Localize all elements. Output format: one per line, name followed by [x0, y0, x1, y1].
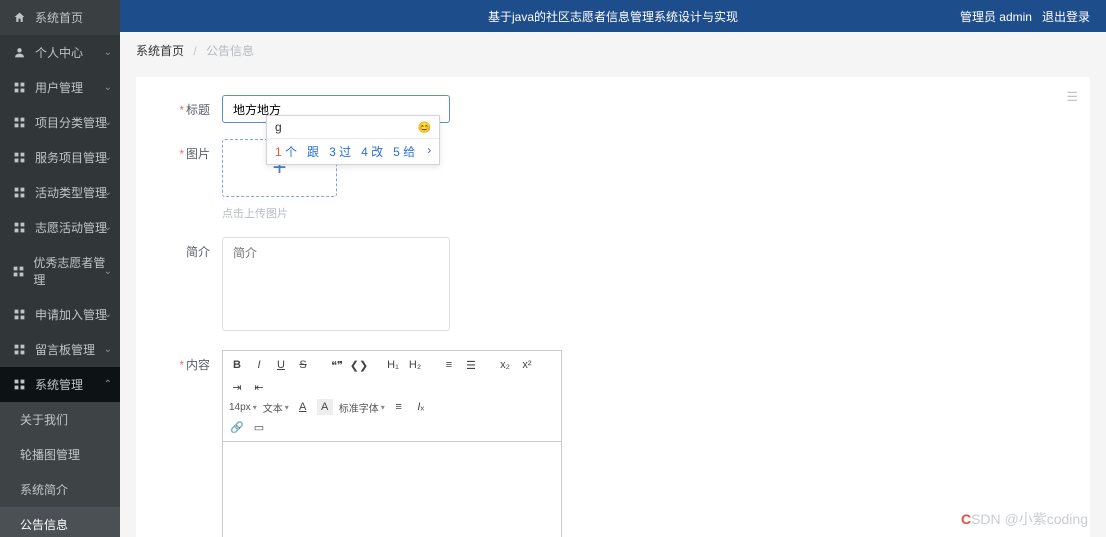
chevron-down-icon: ⌄	[104, 117, 112, 128]
chevron-down-icon: ⌄	[104, 222, 112, 233]
sidebar-sub-notice[interactable]: 公告信息	[0, 507, 120, 537]
sidebar-item-label: 志愿活动管理	[35, 219, 107, 236]
sidebar-item-label: 系统首页	[35, 9, 83, 26]
sidebar-item-activity-type[interactable]: 活动类型管理 ⌄	[0, 175, 120, 210]
link-icon[interactable]: 🔗	[229, 419, 245, 435]
upload-hint: 点击上传图片	[222, 205, 337, 221]
form-panel: ☰ *标题 g 😊 1 个 跟 3 过	[136, 77, 1090, 537]
chevron-down-icon: ⌄	[104, 344, 112, 355]
sidebar-item-label: 留言板管理	[35, 341, 95, 358]
title-label: *标题	[160, 95, 210, 118]
emoji-icon[interactable]: 😊	[418, 121, 432, 134]
chevron-down-icon: ⌄	[104, 187, 112, 198]
sidebar-item-label: 活动类型管理	[35, 184, 107, 201]
sidebar-sub-intro[interactable]: 系统简介	[0, 472, 120, 507]
grid-icon	[12, 80, 27, 95]
sidebar-sub-about[interactable]: 关于我们	[0, 402, 120, 437]
editor-toolbar: B I U S ❝❞ ❮❯ H₁ H₂ ≡	[222, 350, 562, 442]
sidebar-item-system[interactable]: 系统管理 ⌃	[0, 367, 120, 402]
clear-icon[interactable]: Iₓ	[413, 399, 429, 415]
quote-icon[interactable]: ❝❞	[329, 357, 345, 373]
sidebar-item-label: 优秀志愿者管理	[33, 254, 108, 288]
grid-icon	[12, 342, 27, 357]
user-icon	[12, 45, 27, 60]
chevron-down-icon: ⌄	[104, 266, 112, 277]
sidebar-submenu: 关于我们 轮播图管理 系统简介 公告信息 在线咨询	[0, 402, 120, 537]
ime-input-text: g	[275, 120, 282, 134]
ime-popup: g 😊 1 个 跟 3 过 4 改 5 给 ›	[266, 115, 440, 165]
ul-icon[interactable]: ☰	[463, 357, 479, 373]
ime-candidates[interactable]: 1 个 跟 3 过 4 改 5 给 ›	[267, 138, 439, 164]
italic-icon[interactable]: I	[251, 357, 267, 373]
grid-icon	[12, 377, 27, 392]
intro-label: 简介	[160, 237, 210, 260]
sidebar-item-home[interactable]: 系统首页	[0, 0, 120, 35]
bg-color-icon[interactable]: A	[317, 399, 333, 415]
grid-icon	[12, 115, 27, 130]
sidebar-item-apply[interactable]: 申请加入管理 ⌄	[0, 297, 120, 332]
sup-icon[interactable]: x²	[519, 357, 535, 373]
outdent-icon[interactable]: ⇤	[251, 379, 267, 395]
fontfamily-select[interactable]: 标准字体▾	[339, 400, 385, 415]
sidebar-item-volunteer-activity[interactable]: 志愿活动管理 ⌄	[0, 210, 120, 245]
main-content: 基于java的社区志愿者信息管理系统设计与实现 管理员 admin 退出登录 系…	[120, 0, 1106, 537]
chevron-down-icon: ⌄	[104, 82, 112, 93]
logout-link[interactable]: 退出登录	[1042, 8, 1090, 25]
sidebar-item-label: 个人中心	[35, 44, 83, 61]
menu-icon[interactable]: ☰	[1066, 89, 1078, 105]
chevron-up-icon: ⌃	[104, 379, 112, 390]
sub-icon[interactable]: x₂	[497, 357, 513, 373]
image-icon[interactable]: ▭	[251, 419, 267, 435]
sidebar-item-users[interactable]: 用户管理 ⌄	[0, 70, 120, 105]
sidebar: 系统首页 个人中心 ⌄ 用户管理 ⌄ 项目分类管理 ⌄ 服务项目管理 ⌄ 活动类…	[0, 0, 120, 537]
para-select[interactable]: 文本▾	[263, 400, 289, 415]
intro-textarea[interactable]	[222, 237, 450, 331]
strike-icon[interactable]: S	[295, 357, 311, 373]
sidebar-item-service[interactable]: 服务项目管理 ⌄	[0, 140, 120, 175]
sidebar-sub-carousel[interactable]: 轮播图管理	[0, 437, 120, 472]
breadcrumb-current: 公告信息	[206, 44, 254, 58]
grid-icon	[12, 264, 25, 279]
align-icon[interactable]: ≡	[391, 399, 407, 415]
fontsize-select[interactable]: 14px▾	[229, 402, 257, 413]
sidebar-item-profile[interactable]: 个人中心 ⌄	[0, 35, 120, 70]
chevron-right-icon[interactable]: ›	[427, 143, 431, 160]
ol-icon[interactable]: ≡	[441, 357, 457, 373]
bold-icon[interactable]: B	[229, 357, 245, 373]
chevron-down-icon: ⌄	[104, 152, 112, 163]
breadcrumb-sep: /	[193, 44, 196, 58]
grid-icon	[12, 150, 27, 165]
app-title: 基于java的社区志愿者信息管理系统设计与实现	[488, 8, 738, 25]
h2-icon[interactable]: H₂	[407, 357, 423, 373]
grid-icon	[12, 220, 27, 235]
breadcrumb-root[interactable]: 系统首页	[136, 44, 184, 58]
home-icon	[12, 10, 27, 25]
sidebar-item-label: 系统管理	[35, 376, 83, 393]
sidebar-item-category[interactable]: 项目分类管理 ⌄	[0, 105, 120, 140]
grid-icon	[12, 185, 27, 200]
content-label: *内容	[160, 350, 210, 373]
indent-icon[interactable]: ⇥	[229, 379, 245, 395]
watermark: CSDN @小紫coding	[961, 509, 1088, 529]
sidebar-item-label: 用户管理	[35, 79, 83, 96]
code-icon[interactable]: ❮❯	[351, 357, 367, 373]
editor-body[interactable]	[222, 442, 562, 537]
chevron-down-icon: ⌄	[104, 47, 112, 58]
h1-icon[interactable]: H₁	[385, 357, 401, 373]
sidebar-item-excellent[interactable]: 优秀志愿者管理 ⌄	[0, 245, 120, 297]
header: 基于java的社区志愿者信息管理系统设计与实现 管理员 admin 退出登录	[120, 0, 1106, 32]
text-color-icon[interactable]: A	[295, 399, 311, 415]
sidebar-item-label: 服务项目管理	[35, 149, 107, 166]
sidebar-item-message[interactable]: 留言板管理 ⌄	[0, 332, 120, 367]
breadcrumb: 系统首页 / 公告信息	[120, 32, 1106, 69]
grid-icon	[12, 307, 27, 322]
image-label: *图片	[160, 139, 210, 162]
chevron-down-icon: ⌄	[104, 309, 112, 320]
admin-label[interactable]: 管理员 admin	[960, 8, 1032, 25]
sidebar-item-label: 项目分类管理	[35, 114, 107, 131]
underline-icon[interactable]: U	[273, 357, 289, 373]
sidebar-item-label: 申请加入管理	[35, 306, 107, 323]
